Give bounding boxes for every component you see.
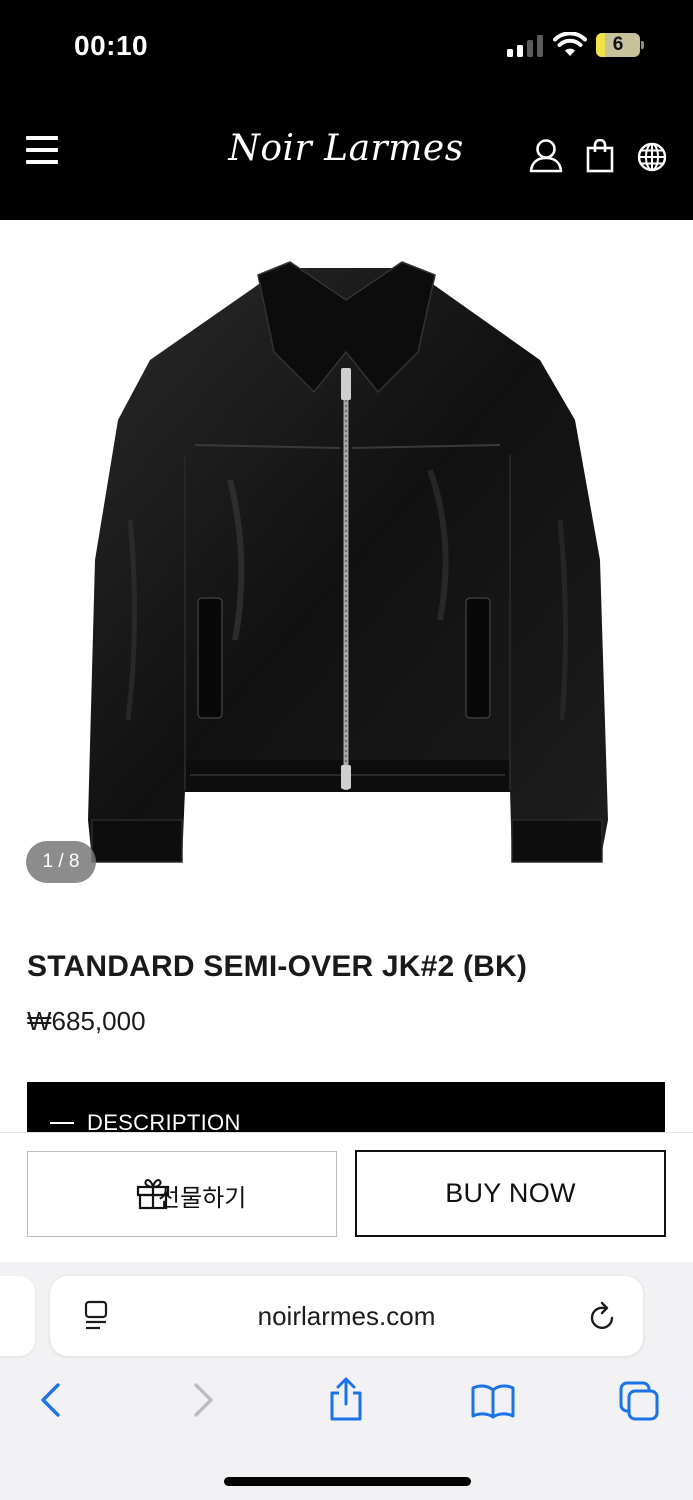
- home-indicator[interactable]: [224, 1477, 471, 1486]
- black-leather-jacket-image[interactable]: [0, 220, 693, 910]
- tabs-icon[interactable]: [618, 1380, 660, 1422]
- product-price: ₩685,000: [27, 1006, 146, 1036]
- globe-icon[interactable]: [637, 142, 667, 172]
- menu-icon[interactable]: [24, 136, 60, 166]
- collapse-icon: [50, 1122, 74, 1124]
- gift-button-label: 선물하기: [158, 1184, 247, 1212]
- reload-icon[interactable]: [588, 1300, 618, 1332]
- cellular-signal-icon: [507, 33, 543, 57]
- product-image-gallery[interactable]: [0, 220, 693, 910]
- gift-button[interactable]: 선물하기: [27, 1151, 337, 1237]
- status-time: 00:10: [74, 30, 149, 61]
- battery-icon: 6: [596, 33, 644, 57]
- battery-level: 6: [612, 34, 624, 55]
- bookmarks-icon[interactable]: [470, 1383, 516, 1419]
- account-icon[interactable]: [529, 138, 563, 174]
- brand-logo[interactable]: Noir Larmes: [186, 128, 506, 169]
- product-title: STANDARD SEMI-OVER JK#2 (BK): [27, 950, 528, 983]
- forward-icon[interactable]: [190, 1382, 216, 1418]
- wifi-icon: [553, 32, 587, 56]
- back-icon[interactable]: [38, 1382, 64, 1418]
- shopping-bag-icon[interactable]: [586, 139, 614, 173]
- url-text: noirlarmes.com: [257, 1301, 436, 1331]
- top-bar: 00:10 6 Noir Larmes: [0, 0, 693, 220]
- previous-tab-preview[interactable]: [0, 1276, 35, 1356]
- address-bar[interactable]: noirlarmes.com: [50, 1276, 643, 1356]
- image-counter: 1 / 8: [26, 841, 96, 883]
- description-accordion[interactable]: DESCRIPTION: [27, 1082, 665, 1134]
- buy-now-button[interactable]: BUY NOW: [355, 1150, 666, 1237]
- description-label: DESCRIPTION: [87, 1110, 241, 1134]
- share-icon[interactable]: [328, 1376, 364, 1422]
